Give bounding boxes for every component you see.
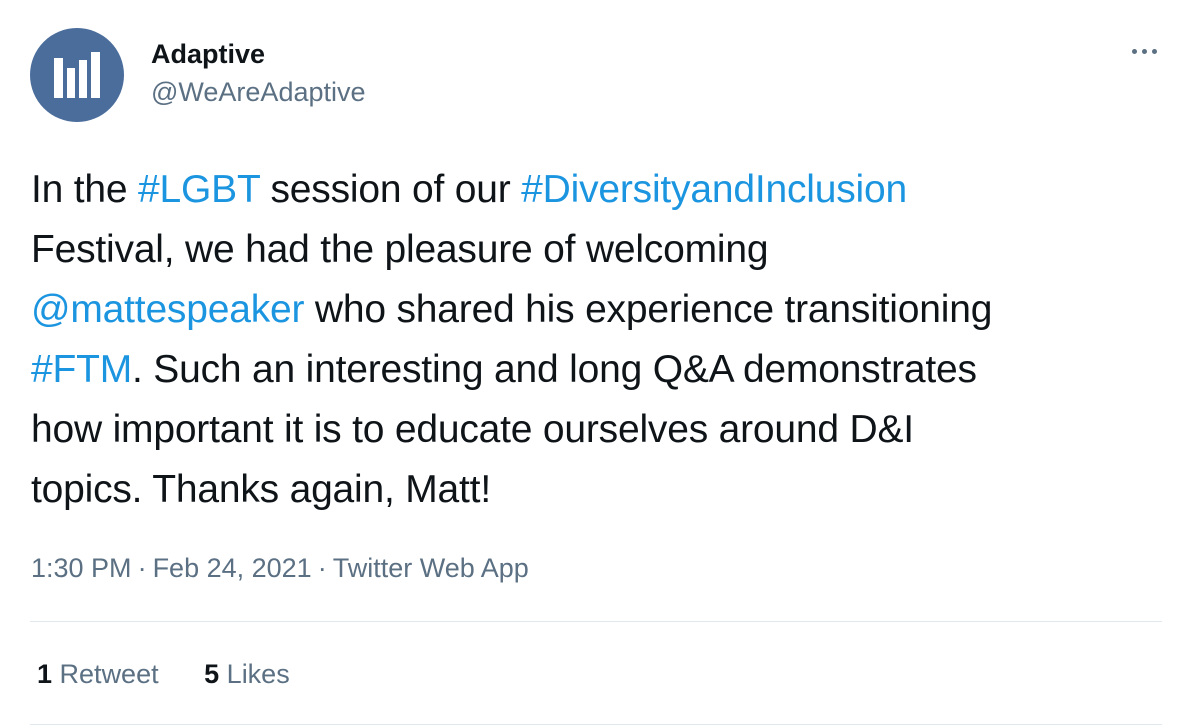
tweet-line: Festival, we had the pleasure of welcomi… xyxy=(31,228,769,271)
tweet-meta: 1:30 PM · Feb 24, 2021 · Twitter Web App xyxy=(31,551,529,585)
author-handle[interactable]: @WeAreAdaptive xyxy=(151,76,366,108)
more-horizontal-icon xyxy=(1131,48,1137,54)
avatar[interactable] xyxy=(30,28,124,122)
tweet-line: In the #LGBT session of our #Diversityan… xyxy=(31,168,907,211)
tweet-line: #FTM. Such an interesting and long Q&A d… xyxy=(31,348,977,391)
more-options-button[interactable] xyxy=(1124,36,1164,66)
author-name[interactable]: Adaptive xyxy=(151,38,265,70)
tweet-date[interactable]: Feb 24, 2021 xyxy=(153,553,312,583)
hashtag-diversityandinclusion[interactable]: #DiversityandInclusion xyxy=(521,168,907,211)
retweets-stat[interactable]: 1 Retweet xyxy=(37,657,159,691)
likes-stat[interactable]: 5 Likes xyxy=(204,657,290,691)
tweet-text: In the #LGBT session of our #Diversityan… xyxy=(31,160,1171,520)
tweet-source[interactable]: Twitter Web App xyxy=(333,553,529,583)
mention-mattespeaker[interactable]: @mattespeaker xyxy=(31,288,304,331)
divider xyxy=(30,724,1162,725)
hashtag-ftm[interactable]: #FTM xyxy=(31,348,132,391)
tweet-line: how important it is to educate ourselves… xyxy=(31,408,914,451)
hashtag-lgbt[interactable]: #LGBT xyxy=(138,168,260,211)
tweet-card: Adaptive @WeAreAdaptive In the #LGBT ses… xyxy=(0,0,1194,728)
meta-separator: · xyxy=(317,553,327,583)
adaptive-logo-icon xyxy=(54,52,100,98)
tweet-line: topics. Thanks again, Matt! xyxy=(31,468,491,511)
tweet-stats: 1 Retweet 5 Likes xyxy=(37,657,328,691)
meta-separator: · xyxy=(137,553,147,583)
tweet-time[interactable]: 1:30 PM xyxy=(31,553,132,583)
tweet-line: @mattespeaker who shared his experience … xyxy=(31,288,993,331)
divider xyxy=(30,621,1162,622)
